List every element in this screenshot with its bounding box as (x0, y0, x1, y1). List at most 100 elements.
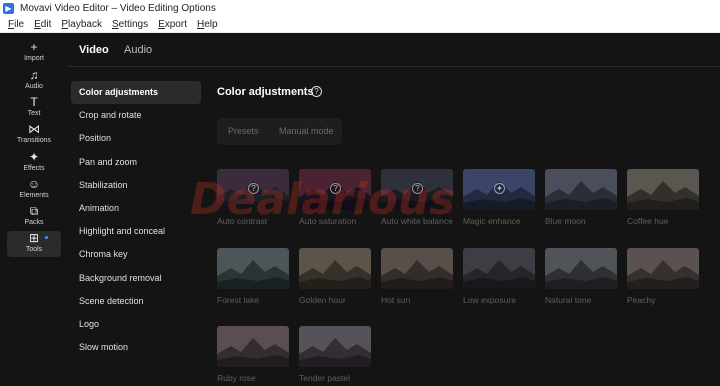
preset-tile[interactable]: Ruby rose (217, 326, 289, 384)
preset-tile[interactable]: Hot sun (381, 248, 453, 306)
plus-icon: + (30, 40, 38, 54)
preset-thumbnail: ? (299, 169, 371, 210)
menu-item[interactable]: Export (153, 17, 192, 32)
menu-item[interactable]: Help (192, 17, 223, 32)
video-tool-item[interactable]: Animation (71, 197, 201, 220)
video-tool-item[interactable]: Stabilization (71, 174, 201, 197)
panel-title: Color adjustments (217, 86, 314, 98)
rail-item-transitions[interactable]: ⋈ Transitions (7, 122, 61, 148)
menu-item-label: ile (14, 19, 25, 30)
packs-icon: ⧉ (29, 204, 39, 218)
rail-item-label: Audio (25, 83, 43, 90)
video-tool-item[interactable]: Chroma key (71, 243, 201, 266)
manual-mode-tab[interactable]: Manual mode (279, 126, 334, 136)
menu-item-accelerator: S (111, 19, 119, 30)
rail-item-audio[interactable]: ♫ Audio (7, 68, 61, 94)
rail-item-label: Import (24, 55, 44, 62)
menu-item[interactable]: Edit (29, 17, 56, 32)
preset-tile[interactable]: ✦ Magic enhance (463, 169, 535, 227)
video-tool-item[interactable]: Scene detection (71, 290, 201, 313)
preset-label: Golden hour (299, 295, 346, 305)
video-tool-item[interactable]: Pan and zoom (71, 151, 201, 174)
menu-item-accelerator: E (34, 19, 41, 30)
grid-icon: ⊞ (28, 231, 40, 245)
tab-audio[interactable]: Audio (124, 44, 152, 56)
video-tool-item[interactable]: Crop and rotate (71, 104, 201, 127)
preset-thumbnail (299, 326, 371, 367)
preset-thumbnail (545, 169, 617, 210)
menu-item[interactable]: Playback (56, 17, 107, 32)
tool-rail: + Import ♫ Audio T Text ⋈ Transitions ✦ Effects ☺ E… (0, 33, 68, 386)
rail-item-label: Transitions (17, 137, 51, 144)
presets-tab[interactable]: Presets (228, 126, 259, 136)
menu-item-label: elp (204, 19, 218, 30)
preset-label: Natural tone (545, 295, 592, 305)
auto-adjust-icon: ? (330, 183, 341, 194)
preset-label: Forest lake (217, 295, 260, 305)
preset-tile[interactable]: ? Auto contrast (217, 169, 289, 227)
preset-thumbnail (627, 169, 699, 210)
menu-bar: File Edit Playback Settings Export Help (0, 17, 720, 33)
preset-label: Peachy (627, 295, 656, 305)
magic-wand-icon: ✦ (494, 183, 505, 194)
menu-item[interactable]: Settings (107, 17, 153, 32)
video-tool-item[interactable]: Background removal (71, 267, 201, 290)
preset-tile[interactable]: Tender pastel (299, 326, 371, 384)
presets-grid: ? Auto contrast ? Auto saturation? Auto whit… (217, 169, 699, 384)
mode-switch: Presets Manual mode (217, 118, 342, 145)
rail-item-label: Tools (25, 246, 43, 253)
preset-tile[interactable]: Peachy (627, 248, 699, 306)
rail-item-packs[interactable]: ⧉ Packs (7, 204, 61, 230)
rail-item-label: Elements (19, 192, 49, 199)
video-tool-item[interactable]: Slow motion (71, 336, 201, 359)
tab-video[interactable]: Video (79, 44, 109, 56)
menu-item-label: ettings (118, 19, 149, 30)
rail-item-label: Text (27, 110, 41, 117)
preset-tile[interactable]: Coffee hue (627, 169, 699, 227)
video-tool-item[interactable]: Color adjustments (71, 81, 201, 104)
menu-item-label: dit (40, 19, 52, 30)
preset-tile[interactable]: ? Auto white balance (381, 169, 453, 227)
preset-label: Magic enhance (463, 216, 521, 226)
window-title: Movavi Video Editor – Video Editing Opti… (20, 3, 216, 14)
preset-thumbnail (217, 248, 289, 289)
preset-tile[interactable]: Low exposure (463, 248, 535, 306)
tab-bar: Video Audio (68, 33, 720, 67)
rail-item-effects[interactable]: ✦ Effects (7, 150, 61, 176)
preset-label: Auto contrast (217, 216, 268, 226)
preset-thumbnail (217, 326, 289, 367)
auto-adjust-icon: ? (412, 183, 423, 194)
auto-adjust-icon: ? (248, 183, 259, 194)
title-bar: ▶ Movavi Video Editor – Video Editing Op… (0, 0, 720, 17)
preset-thumbnail: ✦ (463, 169, 535, 210)
preset-label: Auto white balance (381, 216, 453, 226)
preset-thumbnail (627, 248, 699, 289)
preset-tile[interactable]: Forest lake (217, 248, 289, 306)
music-note-icon: ♫ (29, 68, 39, 82)
movavi-logo-icon: ▶ (3, 3, 14, 14)
preset-tile[interactable]: Golden hour (299, 248, 371, 306)
preset-thumbnail (463, 248, 535, 289)
preset-label: Hot sun (381, 295, 411, 305)
preset-label: Low exposure (463, 295, 516, 305)
preset-tile[interactable]: Blue moon (545, 169, 617, 227)
video-tool-item[interactable]: Logo (71, 313, 201, 336)
rail-item-label: Packs (24, 219, 44, 226)
rail-item-tools[interactable]: ⊞ Tools (7, 231, 61, 257)
preset-tile[interactable]: Natural tone (545, 248, 617, 306)
menu-item[interactable]: File (0, 17, 29, 32)
rail-item-elements[interactable]: ☺ Elements (7, 177, 61, 203)
transitions-icon: ⋈ (28, 122, 40, 136)
video-tool-item[interactable]: Highlight and conceal (71, 220, 201, 243)
preset-thumbnail (545, 248, 617, 289)
video-tool-item[interactable]: Position (71, 127, 201, 150)
preset-tile[interactable]: ? Auto saturation (299, 169, 371, 227)
preset-label: Coffee hue (627, 216, 669, 226)
preset-thumbnail (381, 248, 453, 289)
preset-label: Blue moon (545, 216, 586, 226)
menu-item-accelerator: E (158, 19, 165, 30)
help-icon[interactable]: ? (311, 86, 322, 97)
rail-item-import[interactable]: + Import (7, 40, 61, 66)
menu-item-label: xport (164, 19, 187, 30)
rail-item-text[interactable]: T Text (7, 95, 61, 121)
